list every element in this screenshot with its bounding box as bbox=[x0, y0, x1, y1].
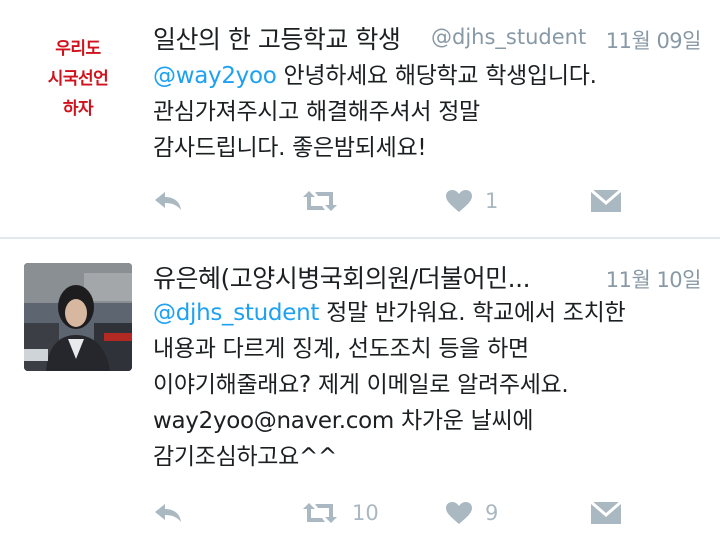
tweet-text-line: 감기조심하고요^^ bbox=[153, 444, 337, 470]
retweet-button[interactable] bbox=[300, 181, 340, 221]
direct-message-button[interactable] bbox=[590, 181, 622, 221]
reply-button[interactable] bbox=[152, 181, 184, 221]
tweet-text-line: 정말 반가워요. 학교에서 조치한 bbox=[319, 300, 626, 326]
avatar-photo bbox=[24, 263, 132, 371]
like-count: 1 bbox=[485, 189, 499, 213]
tweet-text-line: way2yoo@naver.com 차가운 날씨에 bbox=[153, 408, 534, 434]
timestamp[interactable]: 11월 09일 bbox=[606, 25, 702, 55]
tweet-header: 유은혜(고양시병국회의원/더불어민... 11월 10일 bbox=[153, 259, 702, 295]
tweet-text-line: 관심가져주시고 해결해주셔서 정말 bbox=[153, 99, 480, 125]
tweet[interactable]: 우리도 시국선언 하자 일산의 한 고등학교 학생 @djhs_student … bbox=[0, 0, 720, 238]
tweet-text: @way2yoo 안녕하세요 해당학교 학생입니다. 관심가져주시고 해결해주셔… bbox=[153, 58, 713, 166]
mention-link[interactable]: @djhs_student bbox=[153, 300, 319, 326]
like-icon bbox=[446, 190, 472, 212]
retweet-icon bbox=[303, 503, 337, 523]
tweet-text-line: 감사드립니다. 좋은밤되세요! bbox=[153, 135, 427, 161]
tweet-text-line: 내용과 다르게 징계, 선도조치 등을 하면 bbox=[153, 336, 529, 362]
direct-message-icon bbox=[590, 188, 622, 212]
user-handle[interactable]: @djhs_student bbox=[431, 25, 586, 49]
like-count: 9 bbox=[485, 501, 499, 525]
reply-icon bbox=[155, 192, 181, 210]
display-name[interactable]: 일산의 한 고등학교 학생 bbox=[153, 20, 401, 56]
logo-text-line: 우리도 bbox=[55, 39, 101, 59]
logo-text-line: 하자 bbox=[62, 99, 94, 119]
action-bar: 10 9 bbox=[0, 493, 720, 533]
direct-message-button[interactable] bbox=[590, 493, 622, 533]
avatar[interactable]: 우리도 시국선언 하자 bbox=[24, 24, 132, 132]
retweet-icon bbox=[303, 191, 337, 211]
display-name[interactable]: 유은혜(고양시병국회의원/더불어민... bbox=[153, 259, 531, 295]
like-button[interactable]: 9 bbox=[445, 493, 498, 533]
reply-icon bbox=[155, 504, 181, 522]
like-button[interactable]: 1 bbox=[445, 181, 498, 221]
logo-text-line: 시국선언 bbox=[47, 69, 109, 89]
like-icon bbox=[446, 502, 472, 524]
tweet-text: @djhs_student 정말 반가워요. 학교에서 조치한 내용과 다르게 … bbox=[153, 295, 713, 475]
timestamp[interactable]: 11월 10일 bbox=[606, 264, 702, 294]
retweet-button[interactable]: 10 bbox=[300, 493, 379, 533]
direct-message-icon bbox=[590, 500, 622, 524]
tweet[interactable]: 유은혜(고양시병국회의원/더불어민... 11월 10일 @djhs_stude… bbox=[0, 239, 720, 539]
avatar[interactable] bbox=[24, 263, 132, 371]
mention-link[interactable]: @way2yoo bbox=[153, 63, 277, 89]
action-bar: 1 bbox=[0, 181, 720, 221]
tweet-header: 일산의 한 고등학교 학생 @djhs_student 11월 09일 bbox=[153, 20, 702, 56]
reply-button[interactable] bbox=[152, 493, 184, 533]
retweet-count: 10 bbox=[352, 501, 379, 525]
tweet-text-line: 안녕하세요 해당학교 학생입니다. bbox=[276, 63, 597, 89]
tweet-text-line: 이야기해줄래요? 제게 이메일로 알려주세요. bbox=[153, 372, 569, 398]
